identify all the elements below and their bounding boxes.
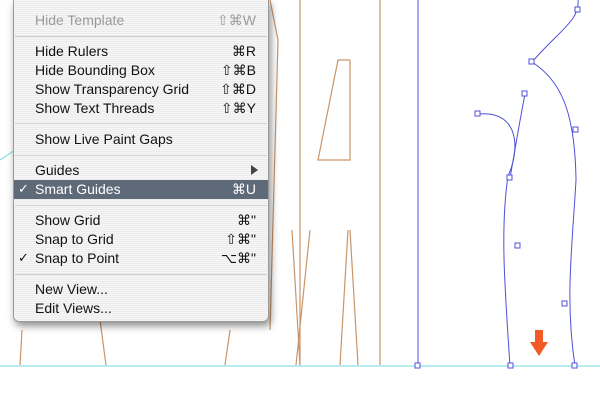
menu-item-label: Show Live Paint Gaps	[35, 131, 173, 147]
menu-separator	[15, 205, 267, 206]
menu-item-shortcut: ⌘R	[231, 43, 256, 59]
submenu-arrow-icon	[251, 165, 258, 175]
menu-item-shortcut: ⇧⌘Y	[220, 100, 256, 116]
menu-item-label: New View...	[35, 281, 108, 297]
menu-item-edit-views[interactable]: Edit Views...	[14, 299, 268, 318]
menu-item-label: Show Transparency Grid	[35, 81, 190, 97]
down-arrow-icon	[530, 330, 548, 356]
menu-item-label: Hide Bounding Box	[35, 62, 155, 78]
menu-item-label: Snap to Grid	[35, 231, 114, 247]
menu-item-show-live-paint-gaps[interactable]: Show Live Paint Gaps	[14, 130, 268, 149]
menu-item-label: Edit Views...	[35, 300, 112, 316]
menu-item-show-text-threads[interactable]: Show Text Threads ⇧⌘Y	[14, 99, 268, 118]
checkmark-icon: ✓	[18, 250, 29, 265]
menu-item-label: Hide Template	[35, 12, 125, 28]
menu-item-label: Smart Guides	[35, 181, 121, 197]
menu-item-shortcut: ⇧⌘W	[217, 12, 256, 28]
menu-item-hide-template: Hide Template ⇧⌘W	[14, 11, 268, 30]
menu-item-snap-to-grid[interactable]: Snap to Grid ⇧⌘"	[14, 230, 268, 249]
menu-item-label: Snap to Point	[35, 250, 120, 266]
menu-item-label: Hide Rulers	[35, 43, 109, 59]
menu-item-label: Show Grid	[35, 212, 101, 228]
menu-separator	[15, 123, 267, 124]
selected-path[interactable]	[417, 0, 579, 367]
menu-item-shortcut: ⌘"	[237, 212, 256, 228]
menu-item-shortcut: ⌘U	[231, 181, 256, 197]
menu-item-hide-bounding-box[interactable]: Hide Bounding Box ⇧⌘B	[14, 61, 268, 80]
menu-separator	[15, 155, 267, 156]
view-menu: Hide Template ⇧⌘W Hide Rulers ⌘R Hide Bo…	[13, 0, 269, 322]
menu-item-shortcut: ⇧⌘D	[220, 81, 256, 97]
menu-item-show-grid[interactable]: Show Grid ⌘"	[14, 211, 268, 230]
menu-item-shortcut: ⇧⌘B	[220, 62, 256, 78]
menu-item-shortcut: ⌥⌘"	[220, 250, 256, 266]
menu-item-guides[interactable]: Guides	[14, 161, 268, 180]
menu-item-shortcut: ⇧⌘"	[225, 231, 256, 247]
menu-item-snap-to-point[interactable]: ✓ Snap to Point ⌥⌘"	[14, 249, 268, 268]
menu-item-hide-rulers[interactable]: Hide Rulers ⌘R	[14, 42, 268, 61]
menu-separator	[15, 36, 267, 37]
menu-item-label: Show Text Threads	[35, 100, 155, 116]
menu-separator	[15, 274, 267, 275]
checkmark-icon: ✓	[18, 181, 29, 196]
menu-item-smart-guides[interactable]: ✓ Smart Guides ⌘U	[14, 180, 268, 199]
menu-item-new-view[interactable]: New View...	[14, 280, 268, 299]
anchor-points[interactable]	[414, 6, 581, 369]
menu-item-show-transparency-grid[interactable]: Show Transparency Grid ⇧⌘D	[14, 80, 268, 99]
menu-item-label: Guides	[35, 162, 80, 178]
